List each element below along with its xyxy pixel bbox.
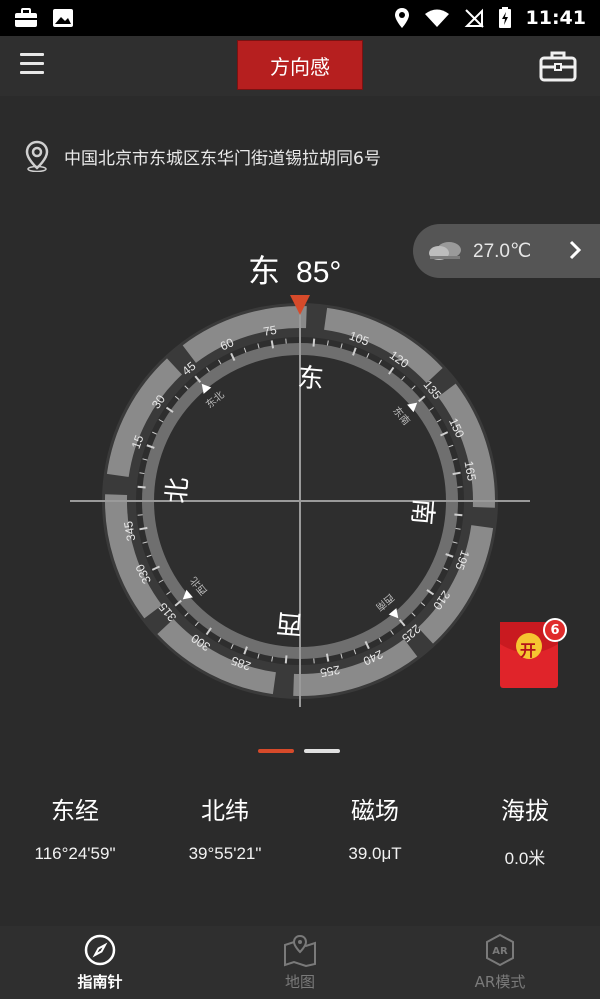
page-indicator — [258, 749, 340, 753]
briefcase-icon — [15, 8, 37, 27]
cardinal-label: 北 — [162, 476, 194, 505]
tick-mark — [454, 513, 463, 517]
degree-label: 75 — [262, 323, 278, 339]
compass-icon — [84, 934, 116, 966]
page-dot-2[interactable] — [304, 749, 340, 753]
chevron-right-icon — [569, 240, 582, 260]
stat-magnetic-field: 磁场 39.0μT — [300, 791, 450, 869]
image-icon — [53, 9, 73, 27]
stat-latitude: 北纬 39°55'21" — [150, 791, 300, 869]
compass-page: 中国北京市东城区东华门街道锡拉胡同6号 27.0℃ 东 85° 15 30 45 60… — [0, 96, 600, 926]
page-dot-1[interactable] — [258, 749, 294, 753]
location-row[interactable]: 中国北京市东城区东华门街道锡拉胡同6号 — [24, 140, 381, 172]
nav-label: 指南针 — [77, 973, 123, 991]
map-icon — [284, 934, 316, 967]
weather-button[interactable]: 27.0℃ — [413, 224, 600, 278]
sensor-stats: 东经 116°24'59" 北纬 39°55'21" 磁场 39.0μT 海拔 … — [0, 791, 600, 869]
tick-mark — [312, 338, 316, 347]
cardinal-label: 南 — [406, 497, 438, 526]
tick-mark — [139, 526, 148, 531]
cloudy-icon — [429, 242, 461, 260]
no-sim-icon — [464, 8, 484, 28]
stat-label: 北纬 — [201, 797, 249, 825]
nav-label: AR模式 — [474, 973, 526, 991]
location-pin-icon — [25, 140, 49, 172]
tick-mark — [452, 471, 461, 476]
tick-mark — [270, 340, 275, 349]
weather-temperature: 27.0℃ — [473, 240, 532, 262]
cardinal-label: 东 — [296, 363, 325, 395]
stat-value: 39.0μT — [348, 844, 402, 863]
compass-dial[interactable]: 1530456075 105120135150165195210225240255… — [70, 291, 530, 711]
stat-label: 磁场 — [351, 797, 399, 825]
cardinal-label: 西 — [275, 607, 304, 639]
status-time: 11:41 — [525, 7, 586, 29]
tick-mark — [284, 655, 288, 664]
bottom-navigation: 指南针 地图 AR AR模式 — [0, 926, 600, 999]
location-pin-icon — [394, 8, 409, 28]
heading-direction: 东 — [248, 252, 281, 290]
tick-mark — [325, 653, 330, 662]
red-packet-badge: 6 — [543, 618, 567, 642]
ar-icon: AR — [486, 933, 514, 967]
top-app-bar: 方向感 — [0, 36, 600, 96]
address-text: 中国北京市东城区东华门街道锡拉胡同6号 — [64, 148, 381, 169]
heading-degrees: 85° — [296, 256, 342, 289]
nav-ar-mode[interactable]: AR AR模式 — [400, 926, 600, 999]
nav-compass[interactable]: 指南针 — [0, 926, 200, 999]
svg-text:AR: AR — [492, 946, 508, 957]
red-packet-label: 开 — [520, 641, 537, 660]
toolbox-icon[interactable] — [538, 50, 578, 84]
page-title-tab[interactable]: 方向感 — [237, 40, 363, 90]
stat-label: 海拔 — [501, 797, 549, 825]
wifi-icon — [424, 9, 449, 27]
stat-value: 39°55'21" — [188, 844, 262, 863]
stat-label: 东经 — [51, 797, 99, 825]
stat-longitude: 东经 116°24'59" — [0, 791, 150, 869]
stat-value: 0.0米 — [504, 849, 546, 868]
nav-map[interactable]: 地图 — [200, 926, 400, 999]
tick-mark — [137, 485, 146, 489]
hamburger-menu-icon[interactable] — [20, 53, 48, 79]
red-packet-button[interactable]: 开 6 — [500, 618, 567, 688]
nav-label: 地图 — [284, 973, 315, 991]
stat-altitude: 海拔 0.0米 — [450, 791, 600, 869]
stat-value: 116°24'59" — [34, 844, 116, 863]
battery-charging-icon — [498, 7, 511, 28]
status-bar: 11:41 — [0, 0, 600, 36]
heading-readout: 东 85° — [248, 246, 341, 292]
